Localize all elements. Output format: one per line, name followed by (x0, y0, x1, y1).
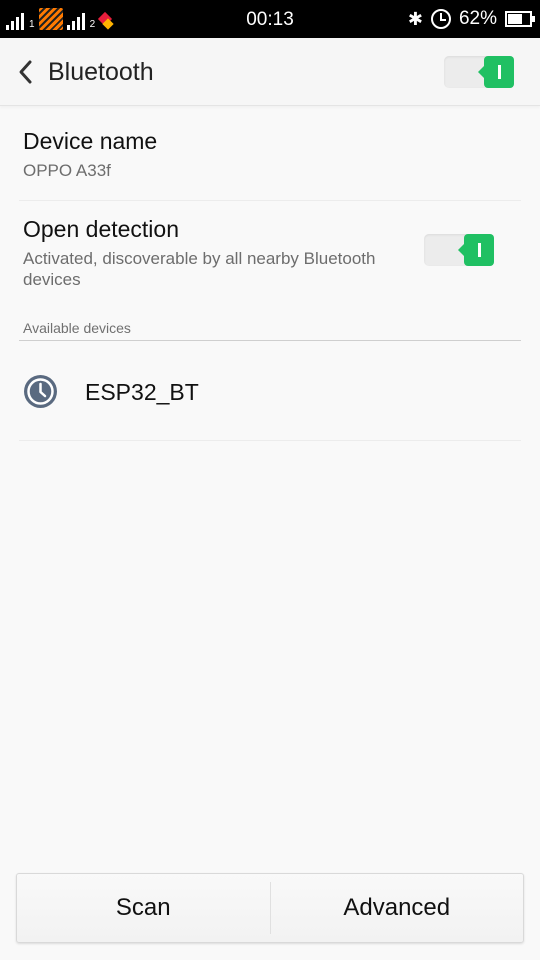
bluetooth-icon: ✱ (407, 8, 423, 29)
clock-icon (24, 375, 57, 408)
advanced-button[interactable]: Advanced (271, 874, 524, 942)
scan-button[interactable]: Scan (17, 874, 270, 942)
device-name-value: OPPO A33f (23, 161, 111, 180)
divider (19, 200, 521, 201)
open-detection-title: Open detection (23, 216, 180, 242)
status-bar: 1 2 00:13 ✱ 62% (0, 0, 540, 38)
back-button[interactable] (10, 54, 42, 90)
toggle-knob (458, 234, 494, 266)
toggle-knob (478, 56, 514, 88)
battery-icon (505, 11, 535, 27)
chevron-left-icon (19, 60, 32, 84)
section-divider (19, 340, 521, 341)
device-list-item[interactable]: ESP32_BT (0, 342, 540, 440)
status-right-icons: ✱ 62% (407, 6, 535, 32)
divider (19, 440, 521, 441)
device-name-label: ESP32_BT (85, 379, 199, 405)
app-bar: Bluetooth (0, 38, 540, 106)
bottom-action-bar: Scan Advanced (16, 873, 524, 943)
battery-level-fill (508, 14, 523, 24)
page-title: Bluetooth (48, 58, 154, 86)
device-name-title: Device name (23, 128, 158, 154)
battery-percent: 62% (458, 8, 497, 29)
bluetooth-toggle[interactable] (444, 56, 514, 88)
open-detection-toggle[interactable] (424, 234, 494, 266)
available-devices-label: Available devices (23, 320, 131, 336)
open-detection-subtitle: Activated, discoverable by all nearby Bl… (23, 249, 376, 289)
alarm-icon (430, 9, 451, 29)
